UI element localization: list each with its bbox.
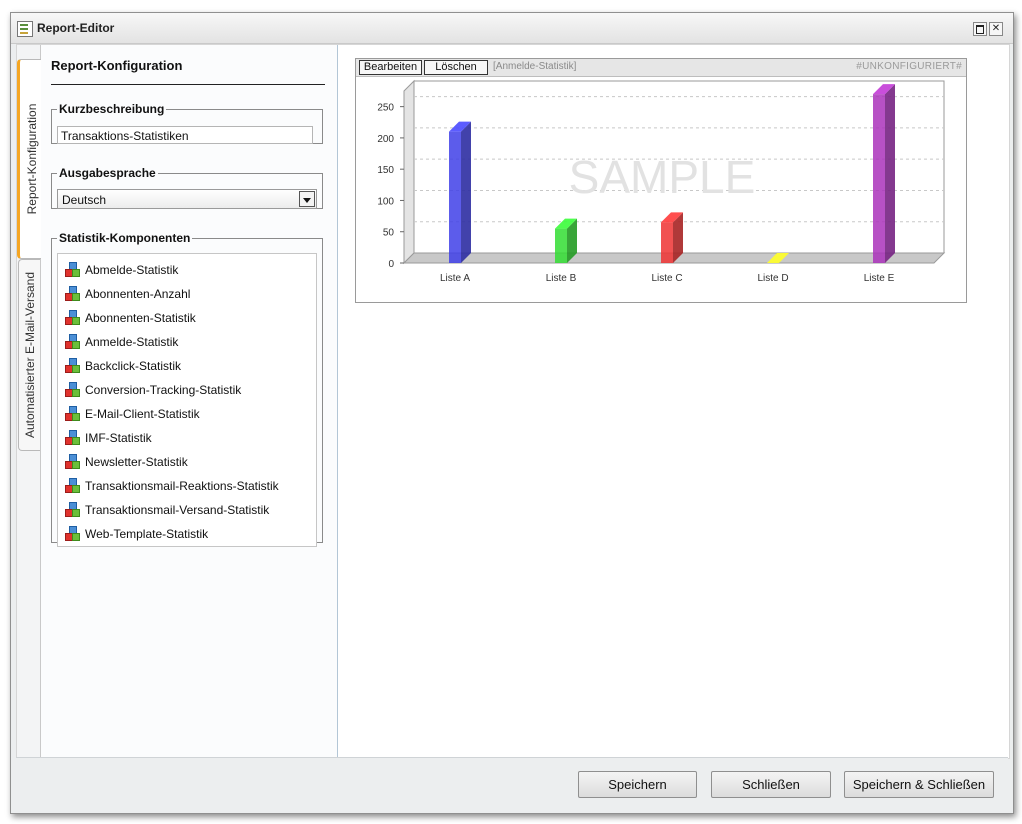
- vertical-tab-strip: Report-Konfiguration Automatisierter E-M…: [17, 45, 43, 758]
- x-tick-label: Liste B: [546, 273, 577, 284]
- component-label: E-Mail-Client-Statistik: [85, 407, 200, 421]
- tab-automatisierter-email-versand[interactable]: Automatisierter E-Mail-Versand: [18, 259, 40, 451]
- chart-bar-side: [885, 84, 895, 263]
- component-label: Transaktionsmail-Versand-Statistik: [85, 503, 270, 517]
- short-desc-input[interactable]: Transaktions-Statistiken: [57, 126, 313, 144]
- save-button[interactable]: Speichern: [578, 771, 697, 798]
- chart-bar: [661, 222, 673, 263]
- chart-bar: [873, 94, 885, 263]
- component-icon: [65, 286, 80, 301]
- editor-content: Report-Konfiguration Automatisierter E-M…: [16, 44, 1010, 759]
- y-tick-label: 0: [388, 259, 394, 270]
- tab-label: Report-Konfiguration: [24, 103, 39, 215]
- language-legend: Ausgabesprache: [59, 166, 156, 180]
- chevron-down-icon[interactable]: [299, 191, 315, 207]
- component-label: Abonnenten-Statistik: [85, 311, 196, 325]
- y-tick-label: 250: [377, 103, 394, 114]
- language-group: Ausgabesprache Deutsch: [51, 166, 323, 209]
- component-icon: [65, 382, 80, 397]
- component-label: Transaktionsmail-Reaktions-Statistik: [85, 479, 279, 493]
- short-desc-legend: Kurzbeschreibung: [59, 102, 165, 116]
- config-panel: Report-Konfiguration Kurzbeschreibung Tr…: [41, 45, 338, 758]
- y-tick-label: 150: [377, 165, 394, 176]
- components-group: Statistik-Komponenten Abmelde-Statistik A…: [51, 231, 323, 547]
- component-icon: [65, 478, 80, 493]
- close-icon[interactable]: ✕: [989, 22, 1003, 36]
- y-tick-label: 100: [377, 196, 394, 207]
- report-editor-icon: [17, 21, 33, 37]
- x-tick-label: Liste A: [440, 273, 470, 284]
- component-label: IMF-Statistik: [85, 431, 152, 445]
- component-icon: [65, 262, 80, 277]
- component-icon: [65, 310, 80, 325]
- component-icon: [65, 454, 80, 469]
- y-tick-label: 50: [383, 228, 395, 239]
- component-icon: [65, 406, 80, 421]
- component-label: Web-Template-Statistik: [85, 527, 209, 541]
- components-legend: Statistik-Komponenten: [59, 231, 191, 245]
- y-tick-label: 200: [377, 134, 394, 145]
- component-label: Newsletter-Statistik: [85, 455, 188, 469]
- language-value: Deutsch: [62, 193, 107, 207]
- chart-widget: Bearbeiten Löschen [Anmelde-Statistik] #…: [355, 58, 967, 303]
- tab-label: Automatisierter E-Mail-Versand: [22, 271, 37, 439]
- component-icon: [65, 358, 80, 373]
- chart-bar: [555, 228, 567, 263]
- title-divider: [51, 84, 325, 85]
- maximize-icon[interactable]: [973, 22, 987, 36]
- component-icon: [65, 430, 80, 445]
- tab-report-konfiguration[interactable]: Report-Konfiguration: [17, 59, 43, 259]
- chart-side-wall: [403, 79, 415, 265]
- components-list: Abmelde-Statistik Abonnenten-Anzahl Abonne…: [57, 253, 317, 547]
- window-title: Report-Editor: [37, 21, 115, 35]
- report-editor-window: Report-Editor ✕ Report-Konfiguration Aut…: [10, 12, 1014, 814]
- widget-name: [Anmelde-Statistik]: [493, 61, 577, 72]
- save-and-close-button[interactable]: Speichern & Schließen: [844, 771, 994, 798]
- component-icon: [65, 334, 80, 349]
- widget-toolbar: Bearbeiten Löschen [Anmelde-Statistik] #…: [356, 59, 966, 77]
- x-tick-label: Liste E: [864, 273, 895, 284]
- x-tick-label: Liste C: [651, 273, 682, 284]
- component-label: Conversion-Tracking-Statistik: [85, 383, 242, 397]
- language-select[interactable]: Deutsch: [57, 189, 317, 209]
- component-icon: [65, 526, 80, 541]
- close-button[interactable]: Schließen: [711, 771, 831, 798]
- component-icon: [65, 502, 80, 517]
- chart-bar-side: [461, 121, 471, 263]
- component-label: Abmelde-Statistik: [85, 263, 179, 277]
- chart-bar: [449, 131, 461, 263]
- widget-status: #UNKONFIGURIERT#: [856, 61, 962, 72]
- short-desc-group: Kurzbeschreibung Transaktions-Statistike…: [51, 102, 323, 144]
- component-label: Backclick-Statistik: [85, 359, 182, 373]
- component-label: Anmelde-Statistik: [85, 335, 179, 349]
- sample-watermark: SAMPLE: [569, 151, 756, 203]
- edit-button[interactable]: Bearbeiten: [359, 60, 422, 75]
- button-bar: Speichern Schließen Speichern & Schließe…: [16, 757, 1008, 813]
- x-tick-label: Liste D: [757, 273, 788, 284]
- component-label: Abonnenten-Anzahl: [85, 287, 191, 301]
- bar-chart: 0 50 100 150 200 250 SAMPLE Liste A Liste B Liste…: [377, 79, 946, 284]
- delete-button[interactable]: Löschen: [424, 60, 488, 75]
- title-bar: Report-Editor ✕: [11, 13, 1013, 44]
- config-title: Report-Konfiguration: [51, 58, 183, 73]
